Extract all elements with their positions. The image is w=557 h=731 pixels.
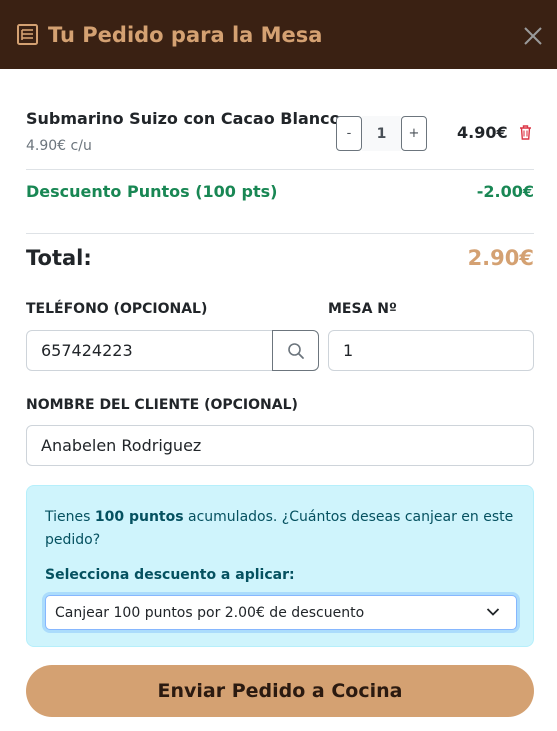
increase-quantity-button[interactable]: + xyxy=(401,116,427,151)
receipt-icon xyxy=(17,24,38,45)
discount-value: -2.00€ xyxy=(476,182,534,201)
discount-select-value: Canjear 100 puntos por 2.00€ de descuent… xyxy=(55,604,365,621)
modal-title: Tu Pedido para la Mesa xyxy=(48,23,323,47)
mesa-label: MESA Nº xyxy=(328,301,397,317)
discount-select-label: Selecciona descuento a aplicar: xyxy=(45,567,295,583)
total-value: 2.90€ xyxy=(467,246,534,270)
search-customer-button[interactable] xyxy=(272,330,319,371)
close-icon[interactable] xyxy=(519,22,547,50)
item-unit-price: 4.90€ c/u xyxy=(26,138,92,154)
trash-icon[interactable] xyxy=(518,124,533,140)
customer-name-label: NOMBRE DEL CLIENTE (OPCIONAL) xyxy=(26,397,298,413)
customer-name-input[interactable] xyxy=(26,425,534,466)
chevron-down-icon xyxy=(486,608,500,616)
modal-header: Tu Pedido para la Mesa xyxy=(0,0,557,69)
quantity-stepper: - 1 + xyxy=(336,116,427,151)
send-order-button[interactable]: Enviar Pedido a Cocina xyxy=(26,665,534,717)
points-amount: 100 puntos xyxy=(94,509,184,525)
phone-label: TELÉFONO (OPCIONAL) xyxy=(26,301,208,317)
points-info-text: Tienes 100 puntos acumulados. ¿Cuántos d… xyxy=(45,509,514,548)
divider xyxy=(26,169,534,170)
item-name: Submarino Suizo con Cacao Blanco xyxy=(26,109,341,128)
discount-select[interactable]: Canjear 100 puntos por 2.00€ de descuent… xyxy=(45,595,517,630)
total-label: Total: xyxy=(26,246,92,270)
quantity-value: 1 xyxy=(362,116,401,151)
phone-input[interactable] xyxy=(26,330,273,371)
decrease-quantity-button[interactable]: - xyxy=(336,116,362,151)
mesa-input[interactable] xyxy=(328,330,534,371)
discount-label: Descuento Puntos (100 pts) xyxy=(26,182,278,201)
search-icon xyxy=(287,342,304,359)
divider xyxy=(26,233,534,234)
points-redeem-panel: Tienes 100 puntos acumulados. ¿Cuántos d… xyxy=(26,485,534,647)
item-line-total: 4.90€ xyxy=(457,123,508,142)
